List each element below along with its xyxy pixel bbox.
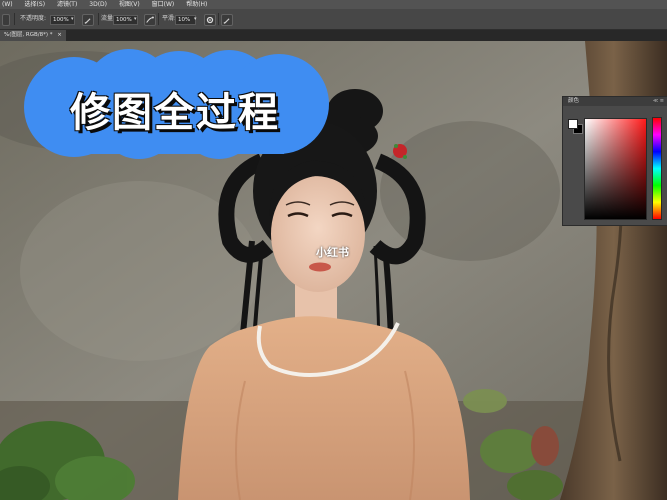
divider — [14, 13, 15, 25]
menu-bar: (W) 选择(S) 滤镜(T) 3D(D) 视图(V) 窗口(W) 帮助(H) — [0, 0, 667, 9]
color-panel: 颜色 ≪ ≡ — [562, 96, 667, 226]
divider — [158, 13, 159, 25]
color-panel-header: 颜色 ≪ ≡ — [563, 97, 667, 106]
options-bar: 不透明度: 100% ▾ 流量: 100% ▾ 平滑: 10% ▾ — [0, 9, 667, 30]
overlay-title: 修图全过程 — [70, 90, 280, 136]
menu-item-help[interactable]: 帮助(H) — [186, 0, 207, 9]
airbrush-icon[interactable] — [144, 14, 156, 26]
watermark-logo: 小红书 — [316, 246, 349, 259]
menu-item-filter[interactable]: 滤镜(T) — [57, 0, 77, 9]
divider — [98, 13, 99, 25]
opacity-chevron-down-icon[interactable]: ▾ — [71, 14, 74, 24]
smoothing-settings-gear-icon[interactable] — [204, 14, 216, 26]
tool-preset-dropdown[interactable] — [2, 14, 10, 26]
close-icon[interactable]: × — [57, 32, 62, 38]
hue-slider[interactable] — [652, 117, 662, 220]
menu-item-window-partial[interactable]: (W) — [2, 0, 13, 9]
saturation-brightness-field[interactable] — [584, 118, 647, 220]
menu-item-3d[interactable]: 3D(D) — [89, 0, 107, 9]
panel-menu-icon[interactable]: ≪ ≡ — [653, 97, 664, 106]
pressure-size-icon[interactable] — [221, 14, 233, 26]
menu-item-window[interactable]: 窗口(W) — [152, 0, 175, 9]
pressure-opacity-icon[interactable] — [82, 14, 94, 26]
opacity-label: 不透明度: — [20, 15, 47, 22]
foreground-color-swatch[interactable] — [568, 119, 578, 129]
document-tab-bar: %(图层, RGB/8*) * × — [0, 30, 667, 41]
menu-item-select[interactable]: 选择(S) — [25, 0, 46, 9]
smooth-input[interactable]: 10% — [175, 15, 196, 25]
color-panel-title: 颜色 — [568, 98, 580, 104]
document-tab-label: %(图层, RGB/8*) * — [4, 32, 53, 38]
divider — [218, 13, 219, 25]
document-tab[interactable]: %(图层, RGB/8*) * × — [0, 30, 66, 41]
smooth-chevron-down-icon[interactable]: ▾ — [194, 14, 197, 24]
flow-chevron-down-icon[interactable]: ▾ — [134, 14, 137, 24]
smooth-label: 平滑: — [162, 15, 177, 22]
menu-item-view[interactable]: 视图(V) — [119, 0, 140, 9]
